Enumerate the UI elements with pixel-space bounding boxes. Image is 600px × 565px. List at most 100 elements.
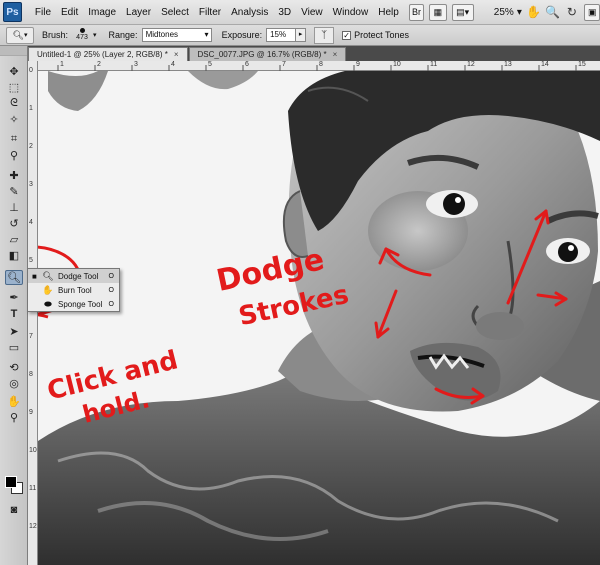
ruler-label: 11 bbox=[29, 485, 37, 492]
exposure-slider-toggle[interactable]: ▸ bbox=[296, 28, 307, 42]
brush-size: 473 bbox=[76, 33, 88, 41]
shortcut-key: O bbox=[108, 286, 114, 294]
burn-icon: ✋ bbox=[42, 284, 54, 295]
ruler-label: 4 bbox=[29, 219, 33, 226]
zoom-icon[interactable]: 🔍 bbox=[545, 3, 560, 21]
marquee-tool-icon[interactable]: ⬚ bbox=[5, 80, 23, 95]
type-tool-icon[interactable]: T bbox=[5, 306, 23, 321]
crop-tool-icon[interactable]: ⌗ bbox=[5, 132, 23, 147]
document-canvas[interactable]: Dodge Strokes Click and hold. bbox=[38, 71, 600, 565]
ruler-label: 12 bbox=[29, 523, 37, 530]
airbrush-toggle[interactable]: ᛉ bbox=[314, 26, 335, 44]
dodge-icon: 🔍︎ bbox=[12, 29, 24, 40]
hand-tool-icon[interactable]: ✋ bbox=[5, 394, 23, 409]
menu-help[interactable]: Help bbox=[373, 7, 404, 18]
close-icon[interactable]: × bbox=[174, 48, 179, 62]
eraser-tool-icon[interactable]: ▱ bbox=[5, 232, 23, 247]
tab-untitled-1[interactable]: Untitled-1 @ 25% (Layer 2, RGB/8) * × bbox=[28, 47, 188, 61]
ruler-label: 6 bbox=[245, 61, 249, 68]
eyedropper-tool-icon[interactable]: ⚲ bbox=[5, 148, 23, 163]
history-brush-tool-icon[interactable]: ↺ bbox=[5, 216, 23, 231]
ruler-label: 7 bbox=[282, 61, 286, 68]
flyout-item-label: Burn Tool bbox=[58, 285, 92, 295]
sponge-icon: ⬬ bbox=[44, 298, 52, 309]
ruler-vertical: 0 1 2 3 4 5 6 7 8 9 10 11 12 bbox=[28, 61, 38, 565]
move-tool-icon[interactable]: ✥ bbox=[5, 64, 23, 79]
healing-brush-tool-icon[interactable]: ✚ bbox=[5, 168, 23, 183]
flyout-item-label: Sponge Tool bbox=[58, 299, 103, 309]
ruler-label: 1 bbox=[29, 105, 33, 112]
shape-tool-icon[interactable]: ▭ bbox=[5, 340, 23, 355]
exposure-label: Exposure: bbox=[221, 30, 263, 40]
ruler-label: 9 bbox=[356, 61, 360, 68]
exposure-input[interactable]: 15% bbox=[266, 28, 297, 42]
clone-stamp-tool-icon[interactable]: ⊥ bbox=[5, 200, 23, 215]
3d-camera-tool-icon[interactable]: ◎ bbox=[5, 376, 23, 391]
screen-mode-button[interactable]: ▣ bbox=[584, 3, 600, 21]
menu-window[interactable]: Window bbox=[328, 7, 374, 18]
menu-3d[interactable]: 3D bbox=[273, 7, 296, 18]
flyout-item-label: Dodge Tool bbox=[58, 271, 99, 281]
hand-icon[interactable]: ✋ bbox=[526, 3, 541, 21]
rotate-view-icon[interactable]: ↻ bbox=[564, 3, 579, 21]
ruler-label: 8 bbox=[29, 371, 33, 378]
shortcut-key: O bbox=[108, 272, 114, 280]
brush-label: Brush: bbox=[42, 30, 69, 40]
quick-mask-icon[interactable]: ◙ bbox=[5, 502, 23, 517]
arrange-documents-button[interactable]: ▤▾ bbox=[451, 3, 474, 21]
flyout-item-dodge-tool[interactable]: ■ 🔍︎ Dodge Tool O bbox=[28, 269, 119, 283]
ruler-horizontal: 1 2 3 4 5 6 7 8 9 10 11 12 13 14 15 bbox=[38, 61, 600, 71]
ruler-label: 15 bbox=[578, 61, 586, 68]
close-icon[interactable]: × bbox=[333, 48, 338, 62]
tool-preset-picker[interactable]: 🔍︎ ▾ bbox=[6, 26, 34, 44]
flyout-item-burn-tool[interactable]: ✋ Burn Tool O bbox=[28, 283, 119, 297]
menu-layer[interactable]: Layer bbox=[121, 7, 156, 18]
menu-view[interactable]: View bbox=[296, 7, 328, 18]
range-select[interactable]: Midtones bbox=[141, 28, 212, 42]
view-extras-button[interactable]: ▦ bbox=[429, 3, 447, 21]
ruler-label: 4 bbox=[171, 61, 175, 68]
ruler-label: 2 bbox=[29, 143, 33, 150]
menu-image[interactable]: Image bbox=[83, 7, 121, 18]
menu-edit[interactable]: Edit bbox=[56, 7, 83, 18]
menu-bar: Ps File Edit Image Layer Select Filter A… bbox=[0, 0, 600, 25]
bridge-button[interactable]: Br bbox=[408, 3, 425, 21]
ruler-label: 9 bbox=[29, 409, 33, 416]
foreground-color-swatch[interactable] bbox=[5, 476, 17, 488]
brush-dropdown-icon[interactable]: ▾ bbox=[93, 31, 97, 39]
tab-dsc-0077[interactable]: DSC_0077.JPG @ 16.7% (RGB/8) * × bbox=[188, 47, 347, 62]
zoom-tool-icon[interactable]: ⚲ bbox=[5, 410, 23, 425]
options-bar: 🔍︎▾ Brush: 473 ▾ Range: Midtones Exposur… bbox=[0, 25, 600, 46]
protect-tones-checkbox[interactable]: ✓ bbox=[342, 30, 352, 40]
photoshop-logo[interactable]: Ps bbox=[3, 2, 22, 22]
zoom-level[interactable]: 25% ▾ bbox=[494, 7, 522, 18]
ruler-label: 5 bbox=[29, 257, 33, 264]
brush-picker[interactable]: 473 bbox=[71, 26, 93, 45]
tab-label: DSC_0077.JPG @ 16.7% (RGB/8) * bbox=[197, 49, 327, 59]
ruler-label: 14 bbox=[541, 61, 549, 68]
ruler-label: 5 bbox=[208, 61, 212, 68]
menu-analysis[interactable]: Analysis bbox=[226, 7, 273, 18]
ruler-label: 11 bbox=[430, 61, 438, 68]
range-label: Range: bbox=[108, 30, 138, 40]
ruler-label: 3 bbox=[134, 61, 138, 68]
toolbox-grip[interactable] bbox=[0, 46, 27, 56]
document-tabs: Untitled-1 @ 25% (Layer 2, RGB/8) * × DS… bbox=[28, 46, 600, 61]
brush-tool-icon[interactable]: ✎ bbox=[5, 184, 23, 199]
ruler-label: 3 bbox=[29, 181, 33, 188]
flyout-item-sponge-tool[interactable]: ⬬ Sponge Tool O bbox=[28, 297, 119, 311]
gradient-tool-icon[interactable]: ◧ bbox=[5, 248, 23, 263]
3d-rotate-tool-icon[interactable]: ⟲ bbox=[5, 360, 23, 375]
menu-filter[interactable]: Filter bbox=[194, 7, 226, 18]
dodge-tool-flyout: ■ 🔍︎ Dodge Tool O ✋ Burn Tool O ⬬ Sponge… bbox=[27, 268, 120, 312]
path-selection-tool-icon[interactable]: ➤ bbox=[5, 324, 23, 339]
selected-marker: ■ bbox=[32, 271, 37, 281]
menu-select[interactable]: Select bbox=[156, 7, 194, 18]
pen-tool-icon[interactable]: ✒ bbox=[5, 290, 23, 305]
lasso-tool-icon[interactable]: ᘓ bbox=[5, 96, 23, 111]
menu-file[interactable]: File bbox=[30, 7, 56, 18]
dodge-tool-icon[interactable]: 🔍︎ bbox=[5, 270, 23, 285]
magic-wand-tool-icon[interactable]: ✧ bbox=[5, 112, 23, 127]
ruler-label: 12 bbox=[467, 61, 475, 68]
protect-tones-label: Protect Tones bbox=[354, 30, 409, 40]
